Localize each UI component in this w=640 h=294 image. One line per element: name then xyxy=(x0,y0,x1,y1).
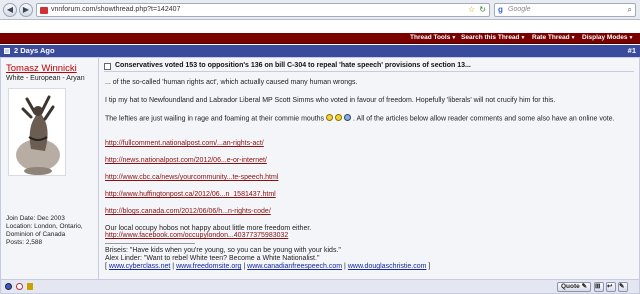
location-continued: Dominion of Canada xyxy=(6,231,66,238)
rate-thread-menu[interactable]: Rate Thread▼ xyxy=(532,34,576,41)
dropdown-arrow-icon: ▼ xyxy=(520,35,526,41)
online-status-icon xyxy=(5,283,12,290)
post-number-link[interactable]: #1 xyxy=(628,46,636,55)
browser-toolbar: ◀ ▶ vnnforum.com/showthread.php?t=142407… xyxy=(0,0,640,20)
display-modes-menu[interactable]: Display Modes▼ xyxy=(582,34,633,41)
report-post-icon[interactable] xyxy=(16,283,23,290)
post-footer: Quote ✎ ⊞ ↩ ✎ xyxy=(0,280,640,294)
article-link[interactable]: http://blogs.canada.com/2012/06/06/h...n… xyxy=(105,208,271,215)
forward-arrow-icon[interactable]: ▶ xyxy=(19,3,33,17)
quick-reply-icon[interactable]: ↩ xyxy=(606,282,616,292)
search-thread-menu[interactable]: Search this Thread▼ xyxy=(461,34,525,41)
dropdown-arrow-icon: ▼ xyxy=(451,35,457,41)
signature-link[interactable]: www.freedomsite.org xyxy=(176,263,241,270)
post-body: Tomasz Winnicki White - European - Aryan… xyxy=(0,57,640,281)
address-bar[interactable]: vnnforum.com/showthread.php?t=142407 ☆ ↻ xyxy=(36,3,490,17)
smilies xyxy=(326,114,353,124)
user-title: White - European - Aryan xyxy=(6,75,85,82)
dropdown-arrow-icon: ▼ xyxy=(628,35,634,41)
search-input[interactable]: g Google ⌕ xyxy=(494,3,636,17)
post-count: Posts: 2,588 xyxy=(6,239,43,246)
signature-link[interactable]: www.douglaschristie.com xyxy=(348,263,427,270)
user-info-panel: Tomasz Winnicki White - European - Aryan… xyxy=(1,58,99,281)
search-placeholder: Google xyxy=(508,6,531,13)
signature-divider xyxy=(105,243,195,244)
ip-info-icon[interactable] xyxy=(27,283,33,290)
multi-quote-icon[interactable]: ⊞ xyxy=(594,282,604,292)
smiley-icon xyxy=(326,114,334,121)
smiley-icon xyxy=(335,114,343,121)
message-panel: Conservatives voted 153 to opposition's … xyxy=(100,58,639,281)
username-link[interactable]: Tomasz Winnicki xyxy=(6,63,77,74)
thread-toolbar: Thread Tools▼ Search this Thread▼ Rate T… xyxy=(0,33,640,44)
post-paragraph: I tip my hat to Newfoundland and Labrado… xyxy=(105,97,556,104)
user-stats: Join Date: Dec 2003 Location: London, On… xyxy=(6,215,83,247)
post-title-row: Conservatives voted 153 to opposition's … xyxy=(104,62,634,72)
reload-icon[interactable]: ↻ xyxy=(479,5,486,14)
cool-smiley-icon xyxy=(344,114,352,121)
location: Location: London, Ontario, xyxy=(6,223,83,230)
google-icon: g xyxy=(498,5,503,14)
site-favicon-icon xyxy=(40,7,48,14)
signature-link[interactable]: www.canadianfreespeech.com xyxy=(247,263,342,270)
edit-post-icon[interactable]: ✎ xyxy=(618,282,628,292)
avatar[interactable] xyxy=(8,88,66,176)
search-icon[interactable]: ⌕ xyxy=(628,5,632,15)
post-date-icon xyxy=(4,48,10,54)
thread-tools-menu[interactable]: Thread Tools▼ xyxy=(410,34,456,41)
back-arrow-icon[interactable]: ◀ xyxy=(3,3,17,17)
post-paragraph: The lefties are just wailing in rage and… xyxy=(105,114,615,124)
article-link[interactable]: http://www.cbc.ca/news/yourcommunity...t… xyxy=(105,174,278,181)
post-icon xyxy=(104,63,111,70)
post-date: 2 Days Ago xyxy=(14,46,55,55)
article-link[interactable]: http://news.nationalpost.com/2012/06...e… xyxy=(105,157,267,164)
article-link[interactable]: http://www.huffingtonpost.ca/2012/06...n… xyxy=(105,191,276,198)
signature-link[interactable]: www.cyberclass.net xyxy=(109,263,170,270)
facebook-link[interactable]: http://www.facebook.com/occupylondon...4… xyxy=(105,232,288,239)
signature-links: [ www.cyberclass.net | www.freedomsite.o… xyxy=(105,263,431,270)
join-date: Join Date: Dec 2003 xyxy=(6,215,65,222)
dropdown-arrow-icon: ▼ xyxy=(570,35,576,41)
quote-button[interactable]: Quote ✎ xyxy=(557,282,592,292)
post-paragraph: ... of the so-called 'human rights act',… xyxy=(105,79,358,86)
post-header: 2 Days Ago #1 xyxy=(0,45,640,57)
article-link[interactable]: http://fullcomment.nationalpost.com/...a… xyxy=(105,140,264,147)
post-title: Conservatives voted 153 to opposition's … xyxy=(115,62,471,69)
bookmark-star-icon[interactable]: ☆ xyxy=(468,5,475,14)
url-text: vnnforum.com/showthread.php?t=142407 xyxy=(51,6,181,13)
